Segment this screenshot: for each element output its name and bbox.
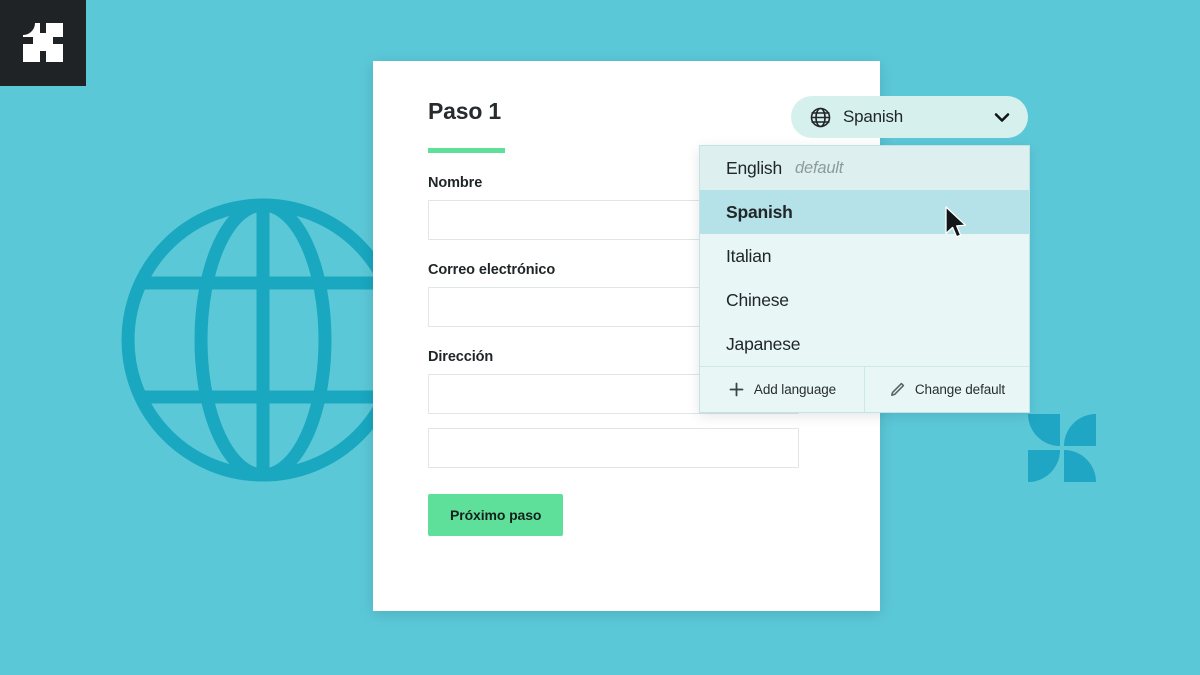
change-default-label: Change default — [914, 382, 1006, 397]
next-step-button[interactable]: Próximo paso — [428, 494, 564, 537]
language-selector-button[interactable]: Spanish — [791, 96, 1028, 138]
chevron-down-icon — [994, 113, 1010, 122]
input-direccion-line2[interactable] — [428, 428, 799, 469]
plus-icon — [729, 382, 744, 397]
language-option-label: Italian — [726, 245, 772, 266]
language-option-label: English — [726, 157, 782, 178]
brand-logo — [0, 0, 86, 86]
globe-icon — [810, 107, 831, 127]
brand-logo-mark — [23, 23, 63, 62]
language-option-label: Chinese — [726, 289, 789, 310]
pinwheel-mark — [1028, 414, 1096, 482]
default-tag: default — [795, 158, 844, 177]
language-option-chinese[interactable]: Chinese — [700, 278, 1029, 322]
language-dropdown-menu: English default Spanish Italian Chinese … — [699, 145, 1030, 413]
language-option-label: Spanish — [726, 201, 793, 222]
add-language-label: Add language — [753, 382, 837, 397]
language-dropdown-footer: Add language Change default — [700, 366, 1029, 412]
add-language-button[interactable]: Add language — [700, 367, 864, 412]
language-option-japanese[interactable]: Japanese — [700, 322, 1029, 366]
language-option-label: Japanese — [726, 333, 801, 354]
language-option-spanish[interactable]: Spanish — [700, 190, 1029, 234]
language-option-italian[interactable]: Italian — [700, 234, 1029, 278]
globe-illustration — [121, 198, 405, 482]
change-default-button[interactable]: Change default — [864, 367, 1029, 412]
page-title: Paso 1 — [428, 98, 501, 124]
language-selector-label: Spanish — [843, 107, 904, 126]
pencil-icon — [890, 382, 905, 396]
language-option-english[interactable]: English default — [700, 146, 1029, 190]
title-accent-bar — [428, 148, 505, 154]
